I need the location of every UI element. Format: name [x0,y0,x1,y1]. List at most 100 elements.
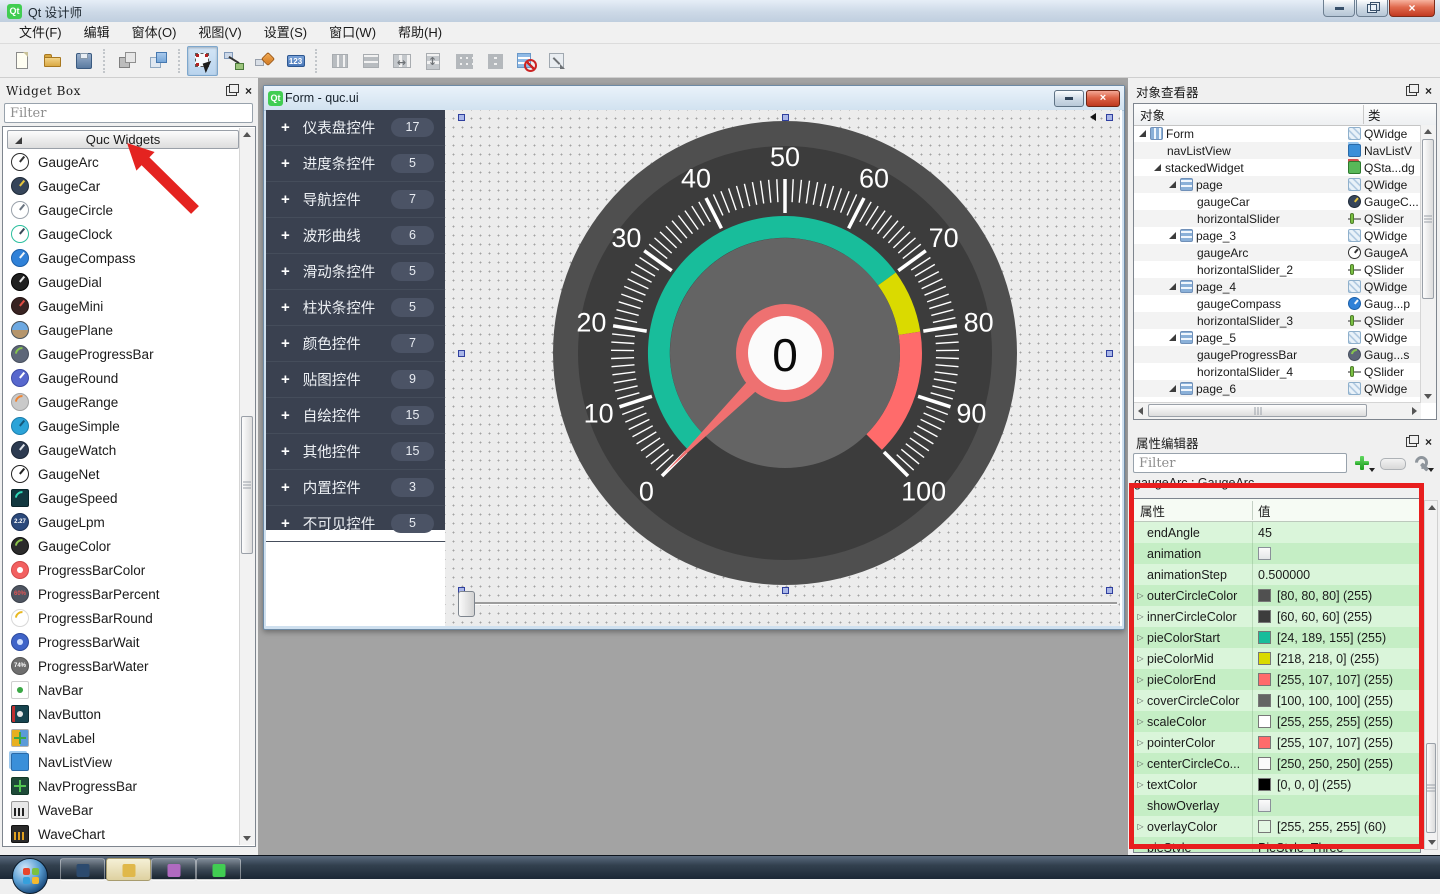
send-to-back-button[interactable] [112,46,143,76]
tree-row-navListView[interactable]: navListViewNavListV [1134,142,1421,159]
form-close-button[interactable]: × [1086,90,1120,107]
menu-item-文件(F)[interactable]: 文件(F) [8,22,73,43]
edit-widgets-button[interactable] [187,46,218,76]
tree-row-page[interactable]: pageQWidge [1134,176,1421,193]
nav-item-进度条控件[interactable]: +进度条控件5 [266,146,445,182]
widget-box-item-GaugeClock[interactable]: GaugeClock [3,222,237,246]
scroll-down-icon[interactable] [1428,840,1436,845]
nav-item-滑动条控件[interactable]: +滑动条控件5 [266,254,445,290]
nav-item-自绘控件[interactable]: +自绘控件15 [266,398,445,434]
tree-row-gaugeProgressBar[interactable]: gaugeProgressBarGaug...s [1134,346,1421,363]
expanded-icon[interactable] [1168,282,1177,291]
tree-row-gaugeArc[interactable]: gaugeArcGaugeA [1134,244,1421,261]
menu-item-帮助(H)[interactable]: 帮助(H) [387,22,453,43]
expanded-icon[interactable] [1153,163,1162,172]
scroll-up-icon[interactable] [1424,129,1432,134]
expanded-icon[interactable] [1168,231,1177,240]
layout-horizontal-button[interactable] [324,46,355,76]
expanded-icon[interactable] [1138,129,1147,138]
widget-box-item-GaugeRound[interactable]: GaugeRound [3,366,237,390]
widget-box-item-GaugeSimple[interactable]: GaugeSimple [3,414,237,438]
form-titlebar[interactable]: Qt Form - quc.ui × [264,86,1124,111]
expanded-icon[interactable] [1168,180,1177,189]
close-button[interactable]: × [1389,0,1435,17]
selection-handle-top-right[interactable] [1106,114,1113,121]
configure-property-editor-button[interactable] [1409,452,1433,473]
tree-row-horizontalSlider_4[interactable]: horizontalSlider_4QSlider [1134,363,1421,380]
restore-button[interactable] [1356,0,1388,17]
widget-box-item-ProgressBarWater[interactable]: 74%ProgressBarWater [3,654,237,678]
edit-signals-slots-button[interactable] [218,46,249,76]
menu-item-编辑[interactable]: 编辑 [73,22,121,43]
nav-item-导航控件[interactable]: +导航控件7 [266,182,445,218]
nav-item-不可见控件[interactable]: +不可见控件5 [266,506,445,542]
category-header-quc-widgets[interactable]: Quc Widgets [7,130,239,149]
close-dock-icon[interactable]: × [1425,86,1432,96]
property-filter-input[interactable] [1133,453,1347,473]
expanded-icon[interactable] [1168,384,1177,393]
tree-row-page_3[interactable]: page_3QWidge [1134,227,1421,244]
layout-grid-button[interactable] [448,46,479,76]
tree-row-gaugeCar[interactable]: gaugeCarGaugeC... [1134,193,1421,210]
taskbar[interactable] [0,855,1440,879]
widget-box-item-WaveBar[interactable]: WaveBar [3,798,237,822]
widget-box-item-GaugeRange[interactable]: GaugeRange [3,390,237,414]
widget-box-item-GaugeMini[interactable]: GaugeMini [3,294,237,318]
menu-item-窗体(O)[interactable]: 窗体(O) [121,22,188,43]
selection-handle-bottom-center[interactable] [782,587,789,594]
widget-box-item-GaugeCompass[interactable]: GaugeCompass [3,246,237,270]
gauge-arc-widget[interactable]: 01020304050607080901000 [445,110,1120,626]
object-inspector-vscrollbar[interactable] [1420,125,1436,403]
layout-form-button[interactable] [479,46,510,76]
scrollbar-thumb[interactable] [1148,404,1367,417]
scroll-down-icon[interactable] [1424,394,1432,399]
tree-row-page_4[interactable]: page_4QWidge [1134,278,1421,295]
remove-dynamic-property-button[interactable] [1380,458,1406,470]
widget-box-item-GaugeSpeed[interactable]: GaugeSpeed [3,486,237,510]
scroll-up-icon[interactable] [243,132,251,137]
widget-box-item-GaugeNet[interactable]: GaugeNet [3,462,237,486]
scroll-left-icon[interactable] [1138,407,1143,415]
tree-row-stackedWidget[interactable]: stackedWidgetQSta...dg [1134,159,1421,176]
selection-handle-top-left[interactable] [458,114,465,121]
save-form-button[interactable] [68,46,99,76]
edit-buddies-button[interactable] [249,46,280,76]
float-dock-icon[interactable] [1406,86,1417,96]
selection-handle-bottom-right[interactable] [1106,587,1113,594]
scroll-right-icon[interactable] [1412,407,1417,415]
nav-item-波形曲线[interactable]: +波形曲线6 [266,218,445,254]
selection-handle-mid-left[interactable] [458,350,465,357]
property-editor-vscrollbar[interactable] [1424,500,1438,850]
selection-handle-top-center[interactable] [782,114,789,121]
widget-box-item-GaugeArc[interactable]: GaugeArc [3,150,237,174]
tree-row-page_5[interactable]: page_5QWidge [1134,329,1421,346]
nav-item-贴图控件[interactable]: +贴图控件9 [266,362,445,398]
widget-box-item-NavBar[interactable]: NavBar [3,678,237,702]
widget-box-item-ProgressBarColor[interactable]: ProgressBarColor [3,558,237,582]
tree-row-horizontalSlider_2[interactable]: horizontalSlider_2QSlider [1134,261,1421,278]
scrollbar-thumb[interactable] [1426,743,1436,833]
scroll-down-icon[interactable] [243,836,251,841]
nav-item-颜色控件[interactable]: +颜色控件7 [266,326,445,362]
tree-row-page_6[interactable]: page_6QWidge [1134,380,1421,397]
scroll-up-icon[interactable] [1428,505,1436,510]
widget-box-item-GaugeProgressBar[interactable]: GaugeProgressBar [3,342,237,366]
scrollbar-thumb[interactable] [1422,139,1434,299]
bring-to-front-button[interactable] [143,46,174,76]
widget-box-scrollbar[interactable] [239,128,255,845]
widget-box-item-ProgressBarWait[interactable]: ProgressBarWait [3,630,237,654]
new-form-button[interactable] [6,46,37,76]
window-titlebar[interactable]: Qt Qt 设计师 × [0,0,1440,23]
tree-row-horizontalSlider[interactable]: horizontalSliderQSlider [1134,210,1421,227]
widget-box-item-NavProgressBar[interactable]: NavProgressBar [3,774,237,798]
widget-filter-input[interactable] [4,103,253,123]
splitter-vertical-button[interactable] [417,46,448,76]
widget-box-item-NavListView[interactable]: NavListView [3,750,237,774]
open-form-button[interactable] [37,46,68,76]
widget-box-item-ProgressBarPercent[interactable]: 60%ProgressBarPercent [3,582,237,606]
widget-box-item-NavButton[interactable]: NavButton [3,702,237,726]
adjust-size-button[interactable] [541,46,572,76]
menu-item-设置(S)[interactable]: 设置(S) [253,22,318,43]
object-inspector-hscrollbar[interactable] [1134,402,1421,419]
widget-box-item-GaugeDial[interactable]: GaugeDial [3,270,237,294]
